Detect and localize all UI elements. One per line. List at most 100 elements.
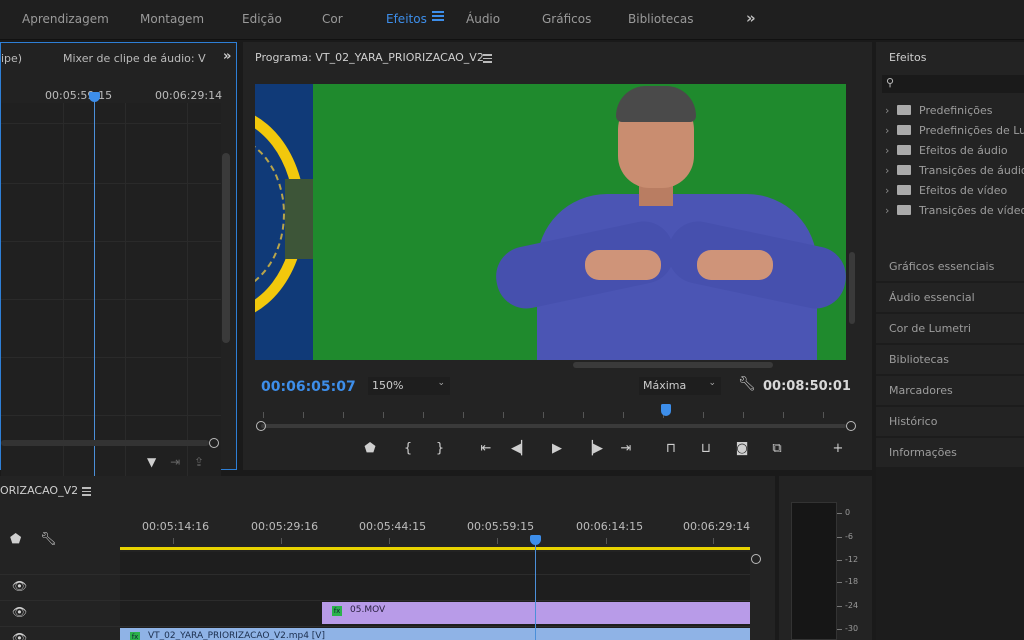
mark-out-icon[interactable]: } [430, 441, 450, 456]
workspace-tab-edicao[interactable]: Edição [242, 12, 282, 26]
meter-scale-label: -6 [845, 532, 853, 541]
timeline-clip[interactable]: fx VT_02_YARA_PRIORIZACAO_V2.mp4 [V] [120, 628, 750, 640]
meter-scale-label: -18 [845, 577, 859, 586]
meter-scale-label: -30 [845, 624, 859, 633]
workspace-tab-audio[interactable]: Áudio [466, 12, 500, 26]
workspace-tab-aprendizagem[interactable]: Aprendizagem [22, 12, 109, 26]
settings-wrench-icon[interactable]: 🔧︎ [738, 376, 756, 392]
go-to-out-icon[interactable]: ⇥ [616, 441, 636, 456]
horizontal-scrollbar[interactable] [573, 362, 773, 368]
workspace-tab-cor[interactable]: Cor [322, 12, 343, 26]
chevron-right-icon: › [885, 184, 890, 197]
ruler-time-label: 00:06:29:14 [683, 520, 751, 533]
effects-folder-video-transitions[interactable]: › Transições de vídeo [885, 204, 1024, 217]
add-marker-icon[interactable]: ⬟ [360, 441, 380, 456]
toggle-track-output-icon[interactable]: 👁︎ [12, 579, 27, 593]
effects-panel: Efeitos ⚲ › Predefinições › Predefinições … [876, 42, 1024, 252]
workspace-tab-graficos[interactable]: Gráficos [542, 12, 591, 26]
program-monitor-panel: Programa: VT_02_YARA_PRIORIZACAO_V2 00:0… [243, 42, 872, 470]
panel-info[interactable]: Informações [876, 438, 1024, 467]
chevron-double-right-icon[interactable]: » [223, 49, 231, 64]
play-icon[interactable]: ▶ [547, 441, 567, 456]
panel-essential-sound[interactable]: Áudio essencial [876, 283, 1024, 312]
playback-resolution-select[interactable]: Máxima ⌄ [639, 377, 721, 395]
tab-source[interactable]: ipe) [1, 52, 22, 65]
audio-clip-mixer-panel: ipe) Mixer de clipe de áudio: V » 00:05:… [0, 42, 237, 481]
effects-folder-presets[interactable]: › Predefinições [885, 104, 992, 117]
program-monitor-title[interactable]: Programa: VT_02_YARA_PRIORIZACAO_V2 [255, 51, 484, 64]
ruler-time-label: 00:06:14:15 [576, 520, 644, 533]
zoom-handle-right[interactable] [846, 421, 856, 431]
folder-icon [897, 145, 911, 155]
program-video-frame [255, 84, 846, 360]
camera-icon[interactable]: ◙ [732, 441, 752, 456]
workspace-tab-efeitos[interactable]: Efeitos [386, 12, 427, 26]
timeline-sequence-title[interactable]: ORIZACAO_V2 [0, 484, 78, 497]
toggle-track-output-icon[interactable]: 👁︎ [12, 605, 27, 619]
wrench-icon[interactable]: 🔧︎ [40, 532, 57, 547]
timeline-playhead-handle[interactable] [530, 535, 541, 545]
zoom-handle-icon[interactable] [209, 438, 219, 448]
mark-in-icon[interactable]: { [398, 441, 418, 456]
fx-badge-icon: fx [332, 606, 342, 616]
timeline-clip[interactable]: fx 05.MOV [322, 602, 750, 624]
zoom-level-select[interactable]: 150% ⌄ [368, 377, 450, 395]
tab-audio-clip-mixer[interactable]: Mixer de clipe de áudio: V [63, 52, 206, 65]
chevron-right-icon: › [885, 204, 890, 217]
filter-icon[interactable]: ▼ [147, 455, 156, 469]
vertical-scrollbar[interactable] [849, 252, 855, 324]
export-icon[interactable]: ⇥ [170, 455, 180, 469]
work-area-bar[interactable] [120, 547, 750, 550]
playhead-timecode[interactable]: 00:06:05:07 [261, 379, 356, 395]
workspace-menu-icon[interactable] [432, 11, 444, 23]
effects-folder-lumetri-presets[interactable]: › Predefinições de Lu [885, 124, 1024, 137]
clip-label: VT_02_YARA_PRIORIZACAO_V2.mp4 [V] [148, 631, 325, 640]
panel-essential-graphics[interactable]: Gráficos essenciais [876, 252, 1024, 281]
step-forward-icon[interactable]: ▕▶ [583, 441, 603, 456]
extract-icon[interactable]: ⊔ [696, 441, 716, 456]
effects-panel-title[interactable]: Efeitos [889, 51, 926, 64]
zoom-handle-left[interactable] [256, 421, 266, 431]
mixer-track-area [1, 103, 221, 481]
add-marker-icon[interactable]: ⬟ [10, 532, 21, 547]
meter-scale-label: -24 [845, 601, 859, 610]
effects-folder-audio-transitions[interactable]: › Transições de áudio [885, 164, 1024, 177]
workspace-tab-montagem[interactable]: Montagem [140, 12, 204, 26]
chevron-right-icon: › [885, 144, 890, 157]
timeline-playhead[interactable] [535, 538, 536, 640]
folder-icon [897, 125, 911, 135]
share-icon[interactable]: ⇪ [194, 455, 204, 469]
panel-menu-icon[interactable] [82, 487, 91, 496]
chevron-double-right-icon[interactable]: » [746, 9, 756, 27]
zoom-handle-icon[interactable] [751, 554, 761, 564]
zoom-scrollbar[interactable] [261, 424, 846, 428]
step-back-icon[interactable]: ◀▏ [511, 441, 531, 456]
go-to-in-icon[interactable]: ⇤ [476, 441, 496, 456]
folder-icon [897, 185, 911, 195]
panel-markers[interactable]: Marcadores [876, 376, 1024, 405]
effects-folder-audio-effects[interactable]: › Efeitos de áudio [885, 144, 1008, 157]
playhead-line[interactable] [94, 95, 95, 479]
effects-folder-video-effects[interactable]: › Efeitos de vídeo [885, 184, 1007, 197]
ruler-time-label: 00:06:29:14 [155, 89, 223, 102]
panel-menu-icon[interactable] [483, 54, 492, 63]
chevron-right-icon: › [885, 164, 890, 177]
chevron-down-icon: ⌄ [708, 378, 716, 388]
program-time-ruler[interactable] [255, 406, 850, 420]
graphic-overlay [255, 84, 313, 360]
workspace-tab-bibliotecas[interactable]: Bibliotecas [628, 12, 693, 26]
meter-scale-label: -12 [845, 555, 859, 564]
program-playhead-handle[interactable] [661, 404, 671, 416]
compare-view-icon[interactable]: ⧉ [767, 441, 787, 456]
horizontal-scrollbar[interactable] [1, 440, 209, 446]
toggle-track-output-icon[interactable]: 👁︎ [12, 631, 27, 640]
add-button-icon[interactable]: + [828, 441, 848, 456]
panel-lumetri-color[interactable]: Cor de Lumetri [876, 314, 1024, 343]
effects-search-input[interactable]: ⚲ [882, 75, 1024, 93]
fx-badge-icon: fx [130, 632, 140, 640]
vertical-scrollbar[interactable] [222, 153, 230, 343]
panel-libraries[interactable]: Bibliotecas [876, 345, 1024, 374]
folder-icon [897, 205, 911, 215]
panel-history[interactable]: Histórico [876, 407, 1024, 436]
lift-icon[interactable]: ⊓ [661, 441, 681, 456]
